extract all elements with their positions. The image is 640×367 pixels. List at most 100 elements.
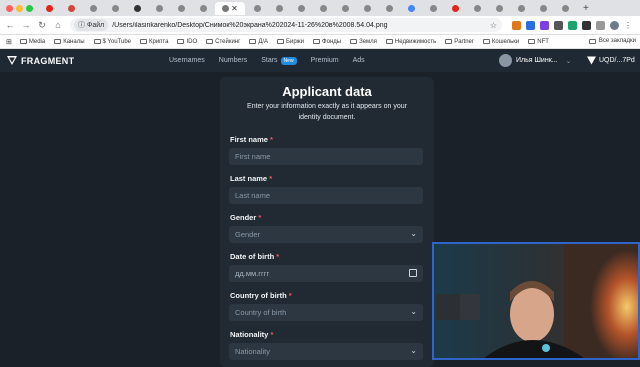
browser-tab[interactable] xyxy=(313,2,333,15)
browser-tab[interactable] xyxy=(489,2,509,15)
browser-tab[interactable] xyxy=(105,2,125,15)
browser-tab[interactable] xyxy=(423,2,443,15)
bookmark-folder[interactable]: Partner xyxy=(445,39,474,45)
browser-tab[interactable] xyxy=(555,2,575,15)
extension-icon[interactable] xyxy=(554,20,563,30)
bookmark-folder[interactable]: Д/А xyxy=(249,39,268,45)
browser-tab[interactable] xyxy=(445,2,465,15)
wallet-button[interactable]: UQD/...7Pd xyxy=(587,53,635,68)
nav-numbers[interactable]: Numbers xyxy=(219,57,247,64)
browser-tab[interactable] xyxy=(39,2,59,15)
nav-usernames[interactable]: Usernames xyxy=(169,57,205,64)
gender-select[interactable]: Gender ⌄ xyxy=(229,226,423,243)
back-icon[interactable]: ← xyxy=(4,20,16,30)
site-favicon-icon xyxy=(429,4,437,12)
nav-ads[interactable]: Ads xyxy=(353,57,365,64)
bookmark-folder[interactable]: IDO xyxy=(177,39,197,45)
all-bookmarks-label: Все закладки xyxy=(598,38,636,44)
date-of-birth-label: Date of birth * xyxy=(230,252,279,261)
bookmark-label: Д/А xyxy=(258,38,269,45)
bookmark-folder[interactable]: Стейкинг xyxy=(206,39,240,45)
browser-tab[interactable] xyxy=(193,2,213,15)
folder-icon xyxy=(206,39,214,44)
country-of-birth-select[interactable]: Country of birth ⌄ xyxy=(229,304,423,321)
extension-icon[interactable] xyxy=(568,20,577,30)
bookmark-folder[interactable]: Media xyxy=(19,39,45,45)
fragment-logo-icon xyxy=(7,56,17,65)
logo-text: FRAGMENT xyxy=(21,55,75,66)
bookmark-folder[interactable]: Фонды xyxy=(313,39,341,45)
browser-tab[interactable] xyxy=(127,2,147,15)
profile-icon[interactable] xyxy=(610,20,619,30)
bookmark-folder[interactable]: Кошельки xyxy=(482,39,519,45)
bookmark-folder[interactable]: $ YouTube xyxy=(93,38,131,45)
close-window-button[interactable] xyxy=(6,4,13,12)
maximize-window-button[interactable] xyxy=(26,4,33,12)
bookmark-folder[interactable]: Недвижимость xyxy=(385,39,436,45)
nationality-select[interactable]: Nationality ⌄ xyxy=(229,343,423,360)
bookmark-label: Земля xyxy=(359,38,377,45)
chevron-down-icon: ⌄ xyxy=(410,307,417,316)
home-icon[interactable]: ⌂ xyxy=(52,20,64,30)
browser-tab-active[interactable]: ✕ xyxy=(215,1,245,15)
browser-tab[interactable] xyxy=(61,2,81,15)
calendar-icon[interactable] xyxy=(409,269,417,277)
browser-tab[interactable] xyxy=(247,2,267,15)
browser-tab[interactable] xyxy=(149,2,169,15)
browser-tab[interactable] xyxy=(357,2,377,15)
user-menu[interactable]: Илья Шинк... ⌄ xyxy=(499,53,577,68)
menu-dots-icon[interactable]: ⋮ xyxy=(624,21,632,30)
metamask-icon[interactable] xyxy=(512,20,521,30)
puzzle-icon[interactable] xyxy=(596,20,605,30)
browser-tab[interactable] xyxy=(401,2,421,15)
site-favicon-icon xyxy=(341,4,349,12)
site-favicon-icon xyxy=(133,4,141,12)
extension-icon[interactable] xyxy=(582,20,591,30)
browser-tab[interactable] xyxy=(83,2,103,15)
minimize-window-button[interactable] xyxy=(16,4,23,12)
apps-grid-icon[interactable]: ⊞ xyxy=(6,38,12,46)
date-of-birth-input[interactable]: дд.мм.гггг xyxy=(229,265,423,282)
bookmark-folder[interactable]: Биржи xyxy=(277,39,304,45)
browser-tab[interactable] xyxy=(269,2,289,15)
last-name-input[interactable]: Last name xyxy=(229,187,423,204)
address-bar[interactable]: ⓘ Файл /Users/ilasinkarenko/Desktop/Сним… xyxy=(70,18,502,32)
bookmark-folder[interactable]: NFT xyxy=(528,39,549,45)
fragment-logo[interactable]: FRAGMENT xyxy=(7,56,74,66)
nav-premium[interactable]: Premium xyxy=(311,57,339,64)
input-placeholder: дд.мм.гггг xyxy=(235,269,270,278)
site-favicon-icon xyxy=(473,4,481,12)
new-tab-icon[interactable]: + xyxy=(583,3,589,14)
extension-icon[interactable] xyxy=(526,20,535,30)
browser-tab[interactable] xyxy=(171,2,191,15)
all-bookmarks-button[interactable]: Все закладки xyxy=(588,38,636,44)
folder-icon xyxy=(482,39,490,44)
browser-tab[interactable] xyxy=(467,2,487,15)
user-name: Илья Шинк... xyxy=(516,57,558,64)
youtube-award-icon xyxy=(436,294,462,320)
close-tab-icon[interactable]: ✕ xyxy=(231,4,238,13)
site-info-chip[interactable]: ⓘ Файл xyxy=(74,19,109,31)
browser-tab[interactable] xyxy=(335,2,355,15)
bookmark-folder[interactable]: Земля xyxy=(350,39,377,45)
bookmark-folder[interactable]: Крипта xyxy=(140,39,168,45)
bookmark-label: NFT xyxy=(537,38,549,45)
browser-tab[interactable] xyxy=(291,2,311,15)
reload-icon[interactable]: ↻ xyxy=(36,20,48,31)
browser-tab[interactable] xyxy=(533,2,553,15)
first-name-input[interactable]: First name xyxy=(229,148,423,165)
nav-stars-label: Stars xyxy=(261,57,278,64)
folder-icon xyxy=(445,39,453,44)
required-mark: * xyxy=(270,330,274,339)
browser-tab[interactable] xyxy=(511,2,531,15)
bookmark-label: $ YouTube xyxy=(102,38,131,45)
folder-icon xyxy=(140,39,147,44)
input-placeholder: Last name xyxy=(235,191,271,200)
site-favicon-icon xyxy=(363,4,371,12)
nav-stars[interactable]: Stars New xyxy=(261,56,297,65)
forward-icon[interactable]: → xyxy=(20,20,32,30)
bookmark-folder[interactable]: Каналы xyxy=(54,39,85,45)
browser-tab[interactable] xyxy=(379,2,399,15)
extension-icon[interactable] xyxy=(540,20,549,30)
bookmark-star-icon[interactable]: ☆ xyxy=(490,21,497,30)
